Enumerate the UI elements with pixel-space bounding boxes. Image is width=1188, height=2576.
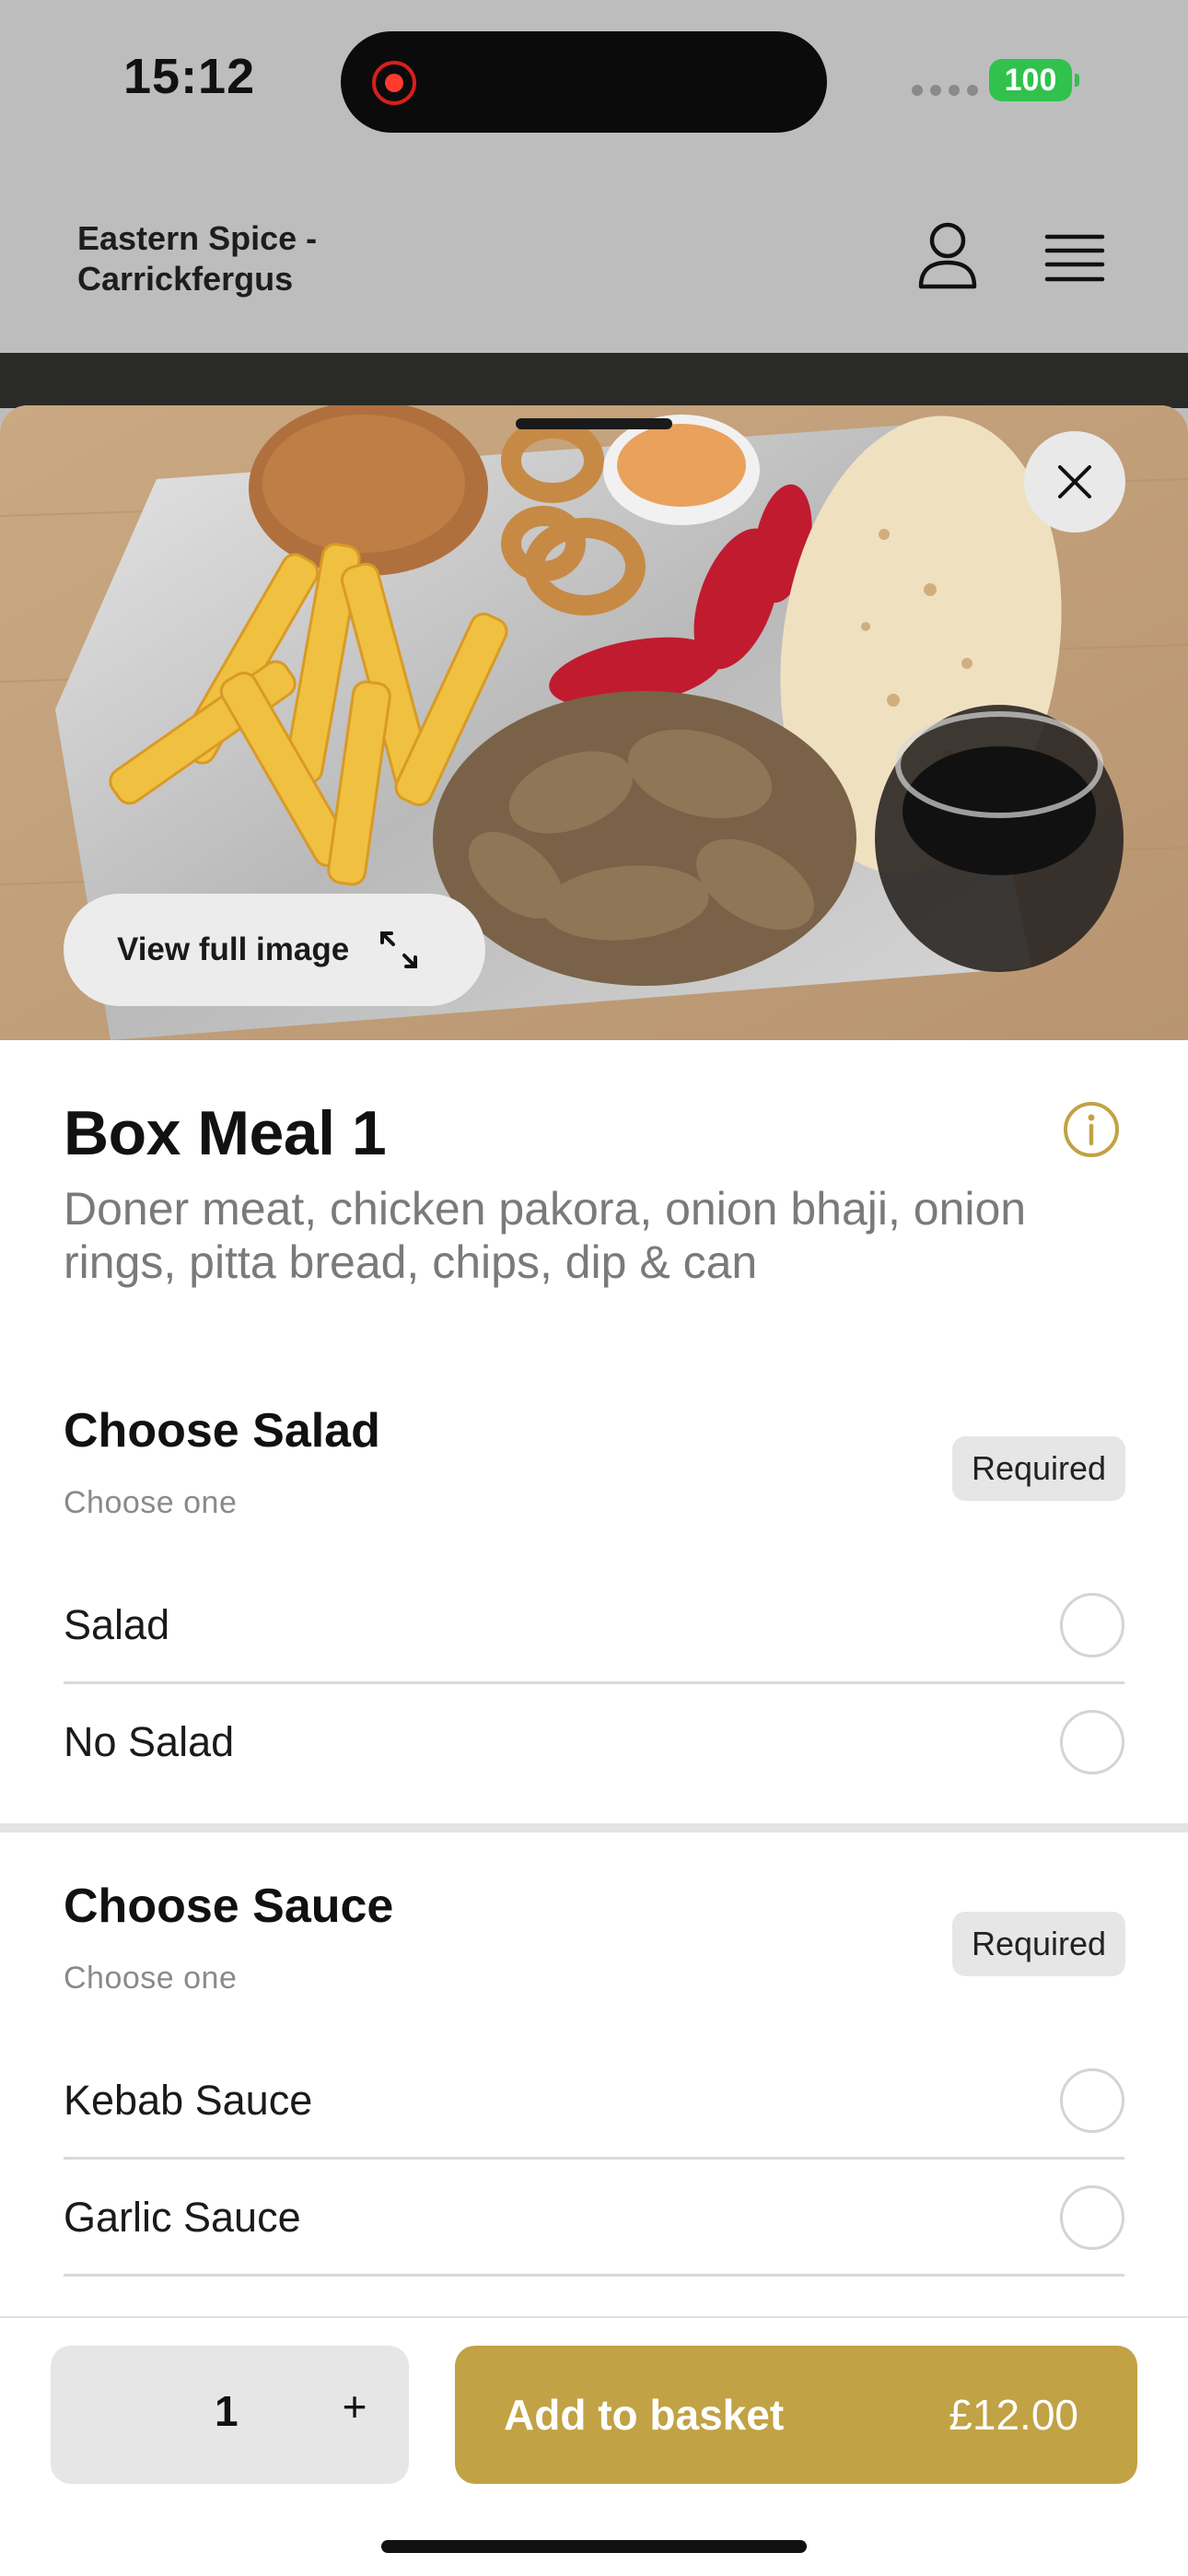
recording-icon xyxy=(372,61,416,105)
expand-icon xyxy=(380,931,418,968)
restaurant-name[interactable]: Eastern Spice - Carrickfergus xyxy=(77,218,317,299)
basket-footer: 1 + Add to basket £12.00 xyxy=(0,2316,1188,2576)
restaurant-name-line1: Eastern Spice - xyxy=(77,219,318,257)
radio-button[interactable] xyxy=(1060,2068,1124,2133)
home-indicator xyxy=(381,2540,807,2553)
item-modal: View full image Box Meal 1 Doner meat, c… xyxy=(0,405,1188,2576)
quantity-plus-button[interactable]: + xyxy=(327,2379,382,2434)
status-bar: 15:12 100 xyxy=(0,0,1188,161)
required-badge: Required xyxy=(952,1912,1125,1976)
option-label: Kebab Sauce xyxy=(64,2077,313,2124)
item-photo: View full image xyxy=(0,405,1188,1040)
option-label: Garlic Sauce xyxy=(64,2194,301,2241)
screen: 15:12 100 Eastern Spice - Carrickfergus xyxy=(0,0,1188,2576)
add-to-basket-button[interactable]: Add to basket £12.00 xyxy=(455,2346,1137,2484)
group-subtitle-sauce: Choose one xyxy=(64,1961,238,1996)
user-icon[interactable] xyxy=(917,220,978,290)
quantity-value: 1 xyxy=(215,2387,239,2435)
background-banner xyxy=(0,353,1188,408)
option-label: Salad xyxy=(64,1601,170,1648)
group-title-sauce: Choose Sauce xyxy=(64,1879,394,1933)
dynamic-island xyxy=(341,31,827,133)
info-icon[interactable] xyxy=(1063,1101,1120,1158)
restaurant-name-line2: Carrickfergus xyxy=(77,260,294,298)
menu-icon[interactable] xyxy=(1044,233,1105,283)
option-label: No Salad xyxy=(64,1718,235,1765)
signal-icon xyxy=(912,85,978,96)
view-full-image-label: View full image xyxy=(117,931,350,967)
option-no-salad[interactable]: No Salad xyxy=(64,1684,1124,1800)
divider xyxy=(64,2274,1124,2277)
radio-button[interactable] xyxy=(1060,2185,1124,2250)
option-garlic-sauce[interactable]: Garlic Sauce xyxy=(64,2160,1124,2276)
close-button[interactable] xyxy=(1024,431,1125,533)
sheet-grabber[interactable] xyxy=(516,418,672,429)
required-badge: Required xyxy=(952,1436,1125,1501)
group-subtitle-salad: Choose one xyxy=(64,1485,238,1520)
item-price: £12.00 xyxy=(949,2391,1078,2439)
battery-indicator: 100 xyxy=(989,59,1079,101)
option-kebab-sauce[interactable]: Kebab Sauce xyxy=(64,2043,1124,2159)
radio-button[interactable] xyxy=(1060,1593,1124,1657)
view-full-image-button[interactable]: View full image xyxy=(64,894,485,1006)
item-title: Box Meal 1 xyxy=(64,1098,387,1168)
group-title-salad: Choose Salad xyxy=(64,1404,380,1458)
status-time: 15:12 xyxy=(123,49,256,104)
add-to-basket-label: Add to basket xyxy=(504,2391,785,2439)
radio-button[interactable] xyxy=(1060,1710,1124,1774)
close-icon xyxy=(1058,465,1091,498)
app-header: Eastern Spice - Carrickfergus xyxy=(0,161,1188,353)
option-salad[interactable]: Salad xyxy=(64,1567,1124,1683)
quantity-stepper[interactable]: 1 + xyxy=(51,2346,409,2484)
section-separator xyxy=(0,1823,1188,1832)
item-description: Doner meat, chicken pakora, onion bhaji,… xyxy=(64,1183,1027,1288)
